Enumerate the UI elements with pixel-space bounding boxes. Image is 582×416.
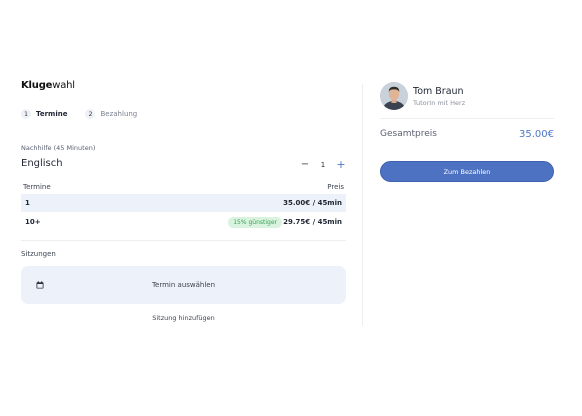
increment-button[interactable]: + — [336, 158, 346, 171]
quantity-value: 1 — [320, 160, 326, 169]
row-price: 35.00€ / 45min — [283, 199, 342, 207]
row-qty: 10+ — [25, 218, 41, 226]
header-termine: Termine — [23, 183, 51, 191]
row-qty: 1 — [25, 199, 30, 207]
sessions-label: Sitzungen — [21, 250, 56, 258]
step-bezahlung[interactable]: 2 Bezahlung — [85, 109, 137, 119]
total-label: Gesamtpreis — [380, 129, 437, 139]
decrement-button[interactable]: − — [300, 159, 310, 170]
appointment-select[interactable]: Termin auswählen — [21, 266, 346, 304]
total-value: 35.00€ — [519, 129, 554, 140]
pricing-row[interactable]: 10+ 15% günstiger 29.75€ / 45min — [21, 213, 346, 231]
tutor-name: Tom Braun — [413, 86, 464, 97]
step-number: 2 — [85, 109, 96, 119]
header-preis: Preis — [327, 183, 344, 191]
row-price: 29.75€ / 45min — [283, 218, 342, 226]
subject-name: Englisch — [21, 158, 63, 169]
pricing-row[interactable]: 1 35.00€ / 45min — [21, 194, 346, 212]
stepper-progress: 1 Termine 2 Bezahlung — [21, 109, 155, 119]
step-label: Termine — [36, 110, 68, 118]
discount-badge: 15% günstiger — [228, 217, 282, 228]
avatar-portrait — [380, 82, 408, 110]
step-number: 1 — [21, 109, 31, 119]
tutor-subtitle: TutorIn mit Herz — [413, 99, 466, 107]
summary-divider — [380, 118, 554, 119]
pay-button[interactable]: Zum Bezahlen — [380, 161, 554, 182]
brand-light: wahl — [52, 80, 75, 91]
avatar — [380, 82, 408, 110]
add-session-link[interactable]: Sitzung hinzufügen — [21, 314, 346, 322]
section-divider — [21, 240, 346, 241]
brand-logo[interactable]: Klugewahl — [21, 80, 75, 91]
quantity-stepper: − 1 + — [300, 158, 346, 171]
appointment-select-label: Termin auswählen — [151, 281, 216, 289]
column-divider — [362, 84, 363, 326]
brand-bold: Kluge — [21, 80, 53, 91]
subject-caption: Nachhilfe (45 Minuten) — [21, 144, 96, 152]
step-label: Bezahlung — [100, 110, 138, 118]
step-termine[interactable]: 1 Termine — [21, 109, 67, 119]
